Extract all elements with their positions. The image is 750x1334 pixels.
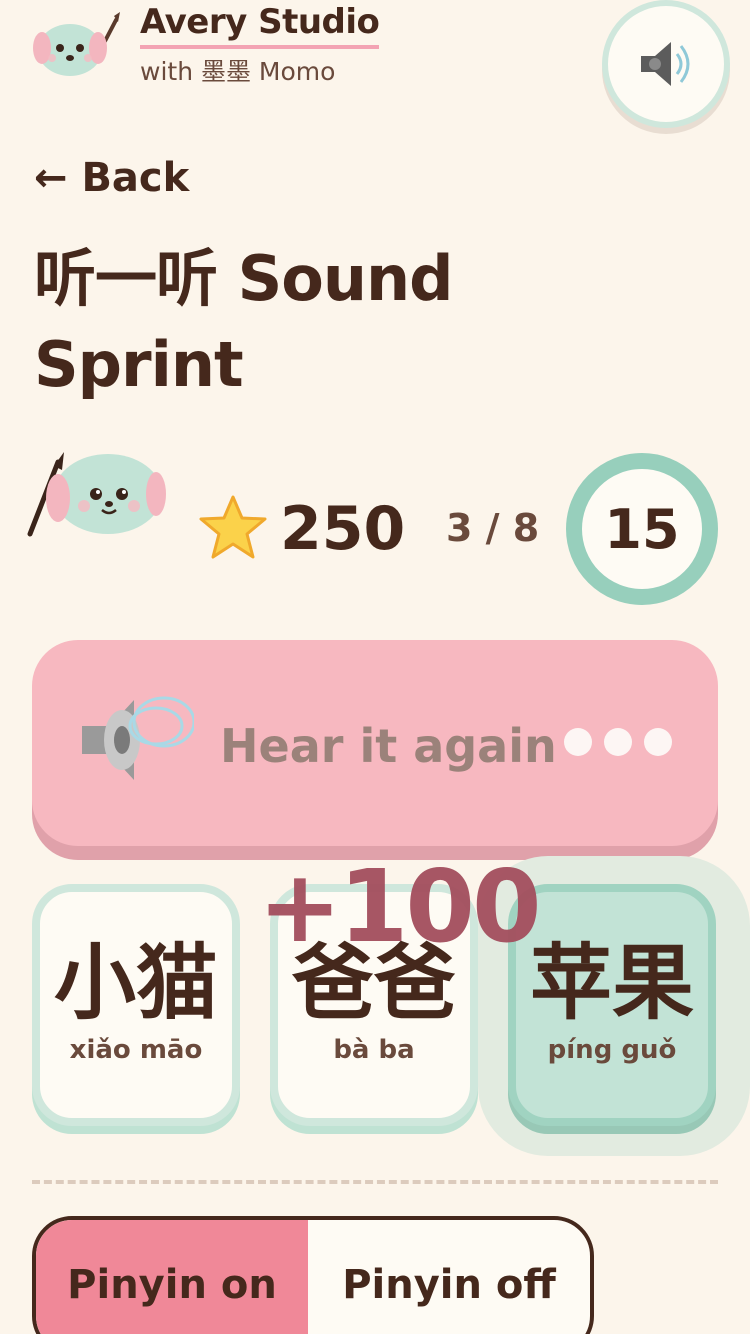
pinyin-on-option[interactable]: Pinyin on xyxy=(36,1220,308,1334)
choice-card[interactable]: 小猫 xiǎo māo xyxy=(32,884,240,1126)
star-icon xyxy=(198,494,268,560)
choice-pinyin: píng guǒ xyxy=(547,1035,677,1065)
page-title: 听一听 Sound Sprint xyxy=(34,242,454,401)
choice-hanzi: 小猫 xyxy=(53,936,218,1031)
choice-hanzi: 苹果 xyxy=(529,936,694,1031)
loading-dots xyxy=(564,728,672,756)
brand-subtitle: with 墨墨 Momo xyxy=(140,57,336,86)
sound-button[interactable] xyxy=(602,0,730,128)
hear-again-label: Hear it again xyxy=(220,719,557,773)
pinyin-off-option[interactable]: Pinyin off xyxy=(308,1220,590,1334)
points-popup: +100 xyxy=(258,848,542,965)
speaker-icon xyxy=(641,42,690,86)
choice-pinyin: bà ba xyxy=(333,1035,415,1065)
divider xyxy=(32,1180,718,1184)
question-progress: 3 / 8 xyxy=(446,506,540,550)
score-value: 250 xyxy=(280,494,406,564)
choice-card-selected[interactable]: 苹果 píng guǒ xyxy=(508,884,716,1126)
dot xyxy=(564,728,592,756)
timer-value: 15 xyxy=(604,497,680,561)
back-link[interactable]: ← Back xyxy=(34,155,189,201)
sound-sprint-screen: Avery Studio with 墨墨 Momo ← Back 听一听 Sou… xyxy=(0,0,750,1334)
puppy-mascot-icon xyxy=(24,448,166,544)
dot xyxy=(644,728,672,756)
hear-again-button[interactable]: Hear it again xyxy=(32,640,718,846)
brand-title: Avery Studio xyxy=(140,2,380,49)
speaker-icon xyxy=(72,686,196,794)
dot xyxy=(604,728,632,756)
choice-pinyin: xiǎo māo xyxy=(69,1035,203,1065)
pinyin-toggle: Pinyin on Pinyin off xyxy=(32,1216,594,1334)
puppy-painter-icon xyxy=(30,10,122,78)
